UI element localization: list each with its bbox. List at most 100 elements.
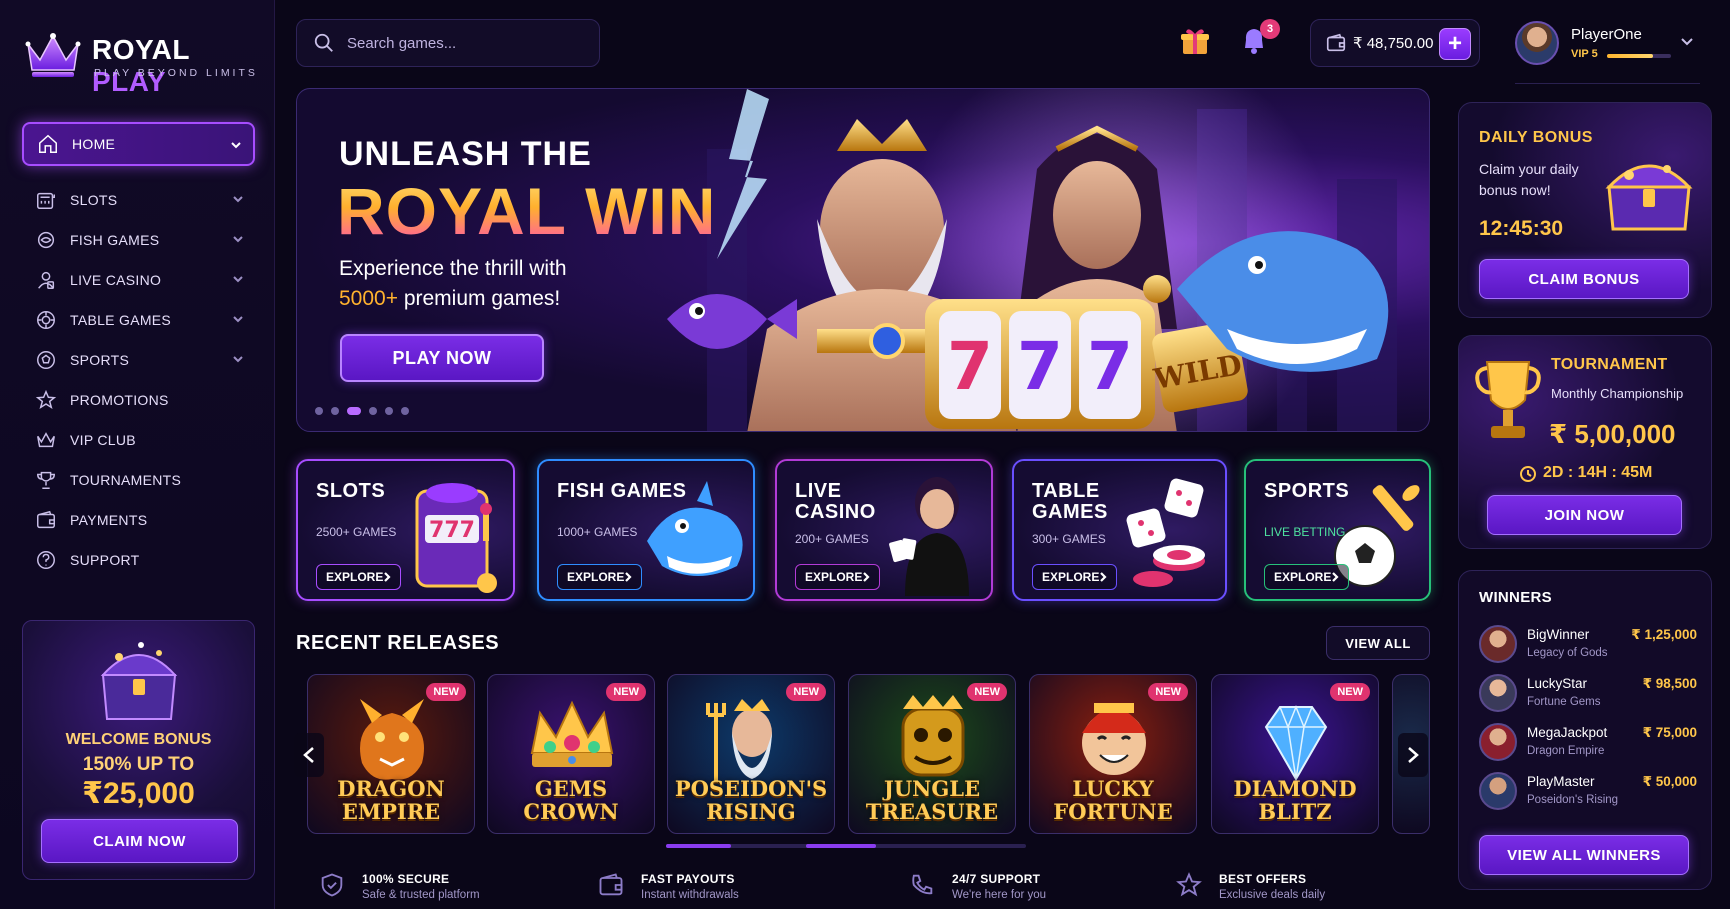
feature-title: 100% SECURE <box>362 871 450 886</box>
tournament-countdown: 2D : 14H : 45M <box>1519 464 1652 482</box>
sidebar-item-vip-club[interactable]: VIP CLUB <box>22 418 255 462</box>
feature-24-7-support: 24/7 SUPPORT We're here for you <box>908 866 1046 906</box>
explore-button[interactable]: EXPLORE <box>1264 564 1349 590</box>
winner-game: Dragon Empire <box>1527 745 1605 757</box>
game-title: JUNGLE TREASURE <box>865 776 999 824</box>
sidebar-item-promotions[interactable]: PROMOTIONS <box>22 378 255 422</box>
category-art <box>1126 478 1205 587</box>
gift-icon[interactable] <box>1180 26 1210 56</box>
join-now-button[interactable]: JOIN NOW <box>1487 495 1682 535</box>
game-tile-poseidons-rising[interactable]: NEW POSEIDON'S RISING <box>667 674 835 834</box>
tournament-prize: ₹ 5,00,000 <box>1549 419 1676 449</box>
phone-icon <box>908 871 938 901</box>
category-card-sports[interactable]: SPORTS LIVE BETTING EXPLORE <box>1244 459 1431 601</box>
category-card-live-casino[interactable]: LIVE CASINO 200+ GAMES EXPLORE <box>775 459 993 601</box>
chevron-down-icon[interactable] <box>231 312 245 326</box>
category-card-table-games[interactable]: TABLE GAMES 300+ GAMES EXPLORE <box>1012 459 1227 601</box>
winner-name: BigWinner <box>1527 627 1590 642</box>
feature-best-offers: BEST OFFERS Exclusive deals daily <box>1175 866 1325 906</box>
sidebar-item-live-casino[interactable]: LIVE CASINO <box>22 258 255 302</box>
sidebar-item-tournaments[interactable]: TOURNAMENTS <box>22 458 255 502</box>
add-funds-button[interactable]: + <box>1439 28 1471 60</box>
user-menu[interactable]: PlayerOne VIP 5 <box>1515 19 1715 71</box>
carousel-dot[interactable] <box>369 407 377 415</box>
chevron-down-icon[interactable] <box>231 352 245 366</box>
fish-icon <box>34 228 58 252</box>
carousel-dot[interactable] <box>315 407 323 415</box>
notification-badge: 3 <box>1260 19 1280 39</box>
game-tile-dragon-empire[interactable]: NEW DRAGON EMPIRE <box>307 674 475 834</box>
svg-text:777: 777 <box>429 518 475 543</box>
welcome-bonus-title: WELCOME BONUS <box>65 731 212 748</box>
game-title: DRAGON EMPIRE <box>337 776 445 824</box>
feature-fast-payouts: FAST PAYOUTS Instant withdrawals <box>597 866 739 906</box>
claim-bonus-button[interactable]: CLAIM BONUS <box>1479 259 1689 299</box>
category-card-slots[interactable]: 777 SLOTS 2500+ GAMES EXPLORE <box>296 459 515 601</box>
chevron-down-icon[interactable] <box>229 138 243 152</box>
sidebar-item-label: LIVE CASINO <box>70 272 162 288</box>
winner-name: MegaJackpot <box>1527 725 1608 740</box>
search-input[interactable] <box>347 34 577 52</box>
hero-headline-main: ROYAL WIN <box>337 174 717 248</box>
sidebar-item-home[interactable]: HOME <box>22 122 255 166</box>
chevron-down-icon[interactable] <box>231 232 245 246</box>
brand-logo[interactable]: ROYAL PLAY PLAY BEYOND LIMITS <box>24 30 264 97</box>
welcome-bonus-card: WELCOME BONUS 150% UP TO ₹25,000 CLAIM N… <box>22 620 255 880</box>
winner-amount: ₹ 98,500 <box>1642 676 1697 691</box>
sidebar-item-support[interactable]: SUPPORT <box>22 538 255 582</box>
vip-progress-bar <box>1607 54 1671 58</box>
explore-button[interactable]: EXPLORE <box>795 564 880 590</box>
category-subtitle: 2500+ GAMES <box>316 525 397 539</box>
chevron-down-icon[interactable] <box>231 192 245 206</box>
game-tile-diamond-blitz[interactable]: NEW DIAMOND BLITZ <box>1211 674 1379 834</box>
claim-now-button[interactable]: CLAIM NOW <box>41 819 238 863</box>
carousel-dots <box>315 407 409 415</box>
game-tile-jungle-treasure[interactable]: NEW JUNGLE TREASURE <box>848 674 1016 834</box>
feature-100-secure: 100% SECURE Safe & trusted platform <box>318 866 480 906</box>
sidebar-item-sports[interactable]: SPORTS <box>22 338 255 382</box>
view-all-button[interactable]: VIEW ALL <box>1326 626 1430 660</box>
tournament-subtitle: Monthly Championship <box>1551 386 1684 401</box>
winners-panel: WINNERS BigWinner Legacy of Gods ₹ 1,25,00… <box>1458 570 1712 890</box>
carousel-dot[interactable] <box>331 407 339 415</box>
play-now-button[interactable]: PLAY NOW <box>340 334 544 382</box>
category-card-fish-games[interactable]: FISH GAMES 1000+ GAMES EXPLORE <box>537 459 755 601</box>
category-subtitle: 300+ GAMES <box>1032 532 1106 546</box>
daily-bonus-title: DAILY BONUS <box>1479 129 1593 146</box>
username: PlayerOne <box>1571 26 1642 43</box>
chevron-left-icon <box>303 747 314 763</box>
carousel-dot[interactable] <box>347 407 361 415</box>
new-badge: NEW <box>426 683 466 701</box>
star-icon <box>1175 871 1205 901</box>
chevron-down-icon[interactable] <box>1679 33 1695 49</box>
explore-button[interactable]: EXPLORE <box>557 564 642 590</box>
clock-icon <box>1520 466 1536 482</box>
user-avatar <box>1515 21 1559 65</box>
slot-machine-icon <box>34 188 58 212</box>
sidebar-item-slots[interactable]: SLOTS <box>22 178 255 222</box>
divider <box>1515 83 1700 84</box>
chevron-down-icon[interactable] <box>231 272 245 286</box>
game-tile-lucky-fortune[interactable]: NEW LUCKY FORTUNE <box>1029 674 1197 834</box>
avatar <box>1479 674 1517 712</box>
sidebar-item-label: TABLE GAMES <box>70 312 172 328</box>
new-badge: NEW <box>606 683 646 701</box>
sidebar-item-payments[interactable]: PAYMENTS <box>22 498 255 542</box>
carousel-scrollbar[interactable] <box>666 844 1026 848</box>
game-tile-gems-crown[interactable]: NEW GEMS CROWN <box>487 674 655 834</box>
carousel-prev-button[interactable] <box>294 733 324 777</box>
vip-level: VIP 5 <box>1571 48 1598 60</box>
explore-button[interactable]: EXPLORE <box>316 564 401 590</box>
chevron-right-icon <box>384 572 391 582</box>
sidebar-item-fish-games[interactable]: FISH GAMES <box>22 218 255 262</box>
carousel-next-button[interactable] <box>1398 733 1428 777</box>
wallet-balance[interactable]: ₹ 48,750.00 + <box>1310 19 1480 67</box>
search-bar[interactable] <box>296 19 600 67</box>
sidebar-item-table-games[interactable]: TABLE GAMES <box>22 298 255 342</box>
feature-subtitle: Instant withdrawals <box>641 888 739 901</box>
winner-amount: ₹ 1,25,000 <box>1631 627 1697 642</box>
carousel-dot[interactable] <box>401 407 409 415</box>
view-all-winners-button[interactable]: VIEW ALL WINNERS <box>1479 835 1689 875</box>
explore-button[interactable]: EXPLORE <box>1032 564 1117 590</box>
carousel-dot[interactable] <box>385 407 393 415</box>
